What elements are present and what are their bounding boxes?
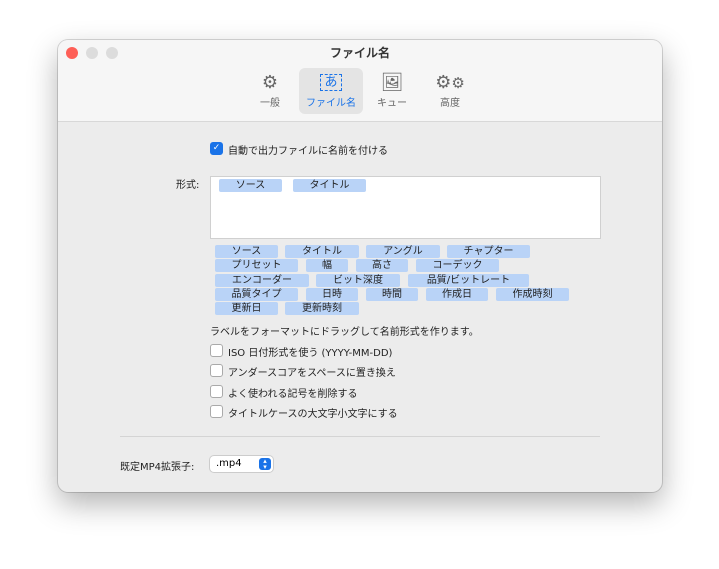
tab-label: 高度 [440, 98, 460, 109]
filename-icon: あ [299, 72, 363, 94]
toolbar: ファイル名 ⚙ 一般 あファイル名 🖼 キュー ⚙⚙ 高度 [58, 40, 662, 122]
available-token[interactable]: 作成日 [426, 288, 488, 301]
tab-queue[interactable]: 🖼 キュー [360, 68, 424, 114]
available-token[interactable]: ソース [215, 245, 278, 258]
tab-general[interactable]: ⚙ 一般 [238, 68, 302, 114]
title-case-checkbox[interactable] [210, 405, 223, 418]
remove-symbols-checkbox[interactable] [210, 385, 223, 398]
underscore-checkbox[interactable] [210, 364, 223, 377]
tab-label: キュー [377, 98, 407, 109]
title-case-label: タイトルケースの大文字小文字にする [228, 409, 398, 420]
available-token[interactable]: 品質/ビットレート [408, 274, 529, 287]
available-token[interactable]: エンコーダー [215, 274, 309, 287]
preferences-window: ファイル名 ⚙ 一般 あファイル名 🖼 キュー ⚙⚙ 高度 ✓ 自動で出力ファイルに名… [58, 40, 662, 492]
extension-popup[interactable]: .mp4 ▴ ▾ [210, 456, 273, 472]
advanced-gears-icon: ⚙⚙ [435, 72, 465, 93]
hint-text: ラベルをフォーマットにドラッグして名前形式を作ります。 [210, 327, 479, 338]
available-token[interactable]: 更新時刻 [285, 302, 359, 315]
auto-name-label: 自動で出力ファイルに名前を付ける [228, 146, 388, 157]
available-token[interactable]: 高さ [356, 259, 408, 272]
available-token[interactable]: 更新日 [215, 302, 278, 315]
available-token[interactable]: プリセット [215, 259, 298, 272]
available-token[interactable]: 幅 [306, 259, 348, 272]
available-token[interactable]: チャプター [447, 245, 530, 258]
iso-date-checkbox[interactable] [210, 344, 223, 357]
auto-name-checkbox[interactable]: ✓ [210, 142, 223, 155]
tab-filename[interactable]: あファイル名 [299, 68, 363, 114]
tab-label: 一般 [260, 98, 280, 109]
queue-icon: 🖼 [380, 72, 404, 93]
format-token[interactable]: タイトル [293, 179, 366, 192]
extension-label: 既定MP4拡張子: [120, 462, 195, 473]
available-token[interactable]: 日時 [306, 288, 358, 301]
gear-icon: ⚙ [261, 72, 279, 93]
underscore-label: アンダースコアをスペースに置き換え [228, 368, 396, 379]
remove-symbols-label: よく使われる記号を削除する [228, 389, 358, 400]
tab-label: ファイル名 [306, 98, 356, 109]
available-token[interactable]: 作成時刻 [496, 288, 569, 301]
iso-date-label: ISO 日付形式を使う (YYYY-MM-DD) [228, 348, 393, 359]
tab-advanced[interactable]: ⚙⚙ 高度 [418, 68, 482, 114]
format-field[interactable]: ソース タイトル [210, 176, 601, 239]
chevron-updown-icon: ▴ ▾ [259, 458, 271, 471]
window-title: ファイル名 [329, 46, 390, 60]
format-token[interactable]: ソース [219, 179, 282, 192]
available-token[interactable]: ビット深度 [316, 274, 400, 287]
available-token[interactable]: 時間 [366, 288, 418, 301]
extension-value: .mp4 [216, 458, 242, 469]
available-token[interactable]: 品質タイプ [215, 288, 298, 301]
available-token[interactable]: タイトル [285, 245, 359, 258]
available-token[interactable]: アングル [366, 245, 440, 258]
available-token[interactable]: コーデック [416, 259, 499, 272]
divider [120, 436, 600, 437]
format-label: 形式: [176, 180, 200, 191]
